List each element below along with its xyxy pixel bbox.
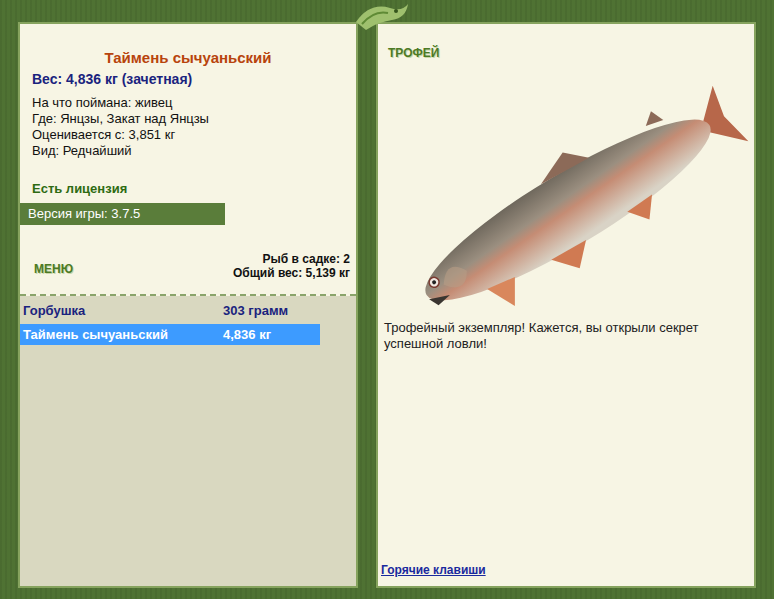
- fish-icon: [378, 60, 754, 308]
- catch-name: Таймень сычуаньский: [23, 327, 223, 342]
- hotkeys-link[interactable]: Горячие клавиши: [381, 563, 754, 577]
- keepnet-total: Общий вес: 5,139 кг: [233, 266, 350, 280]
- fish-detail: Где: Янцзы, Закат над Янцзы: [32, 111, 356, 127]
- menu-button[interactable]: МЕНЮ: [34, 262, 73, 276]
- logo-icon: [352, 0, 412, 34]
- game-window: Таймень сычуаньскийВес: 4,836 кг (зачетн…: [0, 0, 774, 599]
- version-bar: Версия игры: 3.7.5: [20, 203, 225, 225]
- catch-list: Горбушка303 граммТаймень сычуаньский4,83…: [20, 296, 356, 586]
- catch-row[interactable]: Таймень сычуаньский4,836 кг: [20, 324, 320, 345]
- catch-name: Горбушка: [23, 303, 223, 318]
- info-panel: Таймень сычуаньскийВес: 4,836 кг (зачетн…: [18, 22, 358, 588]
- keepnet-count: Рыб в садке: 2: [233, 252, 350, 266]
- fish-details: На что поймана: живецГде: Янцзы, Закат н…: [32, 95, 356, 159]
- catch-weight: 4,836 кг: [223, 327, 320, 342]
- menu-row: МЕНЮ Рыб в садке: 2Общий вес: 5,139 кг: [34, 252, 350, 280]
- fish-detail: На что поймана: живец: [32, 95, 356, 111]
- fish-title: Таймень сычуаньский: [20, 48, 356, 68]
- keepnet-stats: Рыб в садке: 2Общий вес: 5,139 кг: [233, 252, 350, 280]
- fish-picture: [378, 60, 754, 308]
- fish-detail: Оценивается с: 3,851 кг: [32, 127, 356, 143]
- spacer: [378, 352, 754, 563]
- fish-weight: Вес: 4,836 кг (зачетная): [32, 69, 356, 89]
- license-status: Есть лицензия: [32, 180, 356, 198]
- trophy-message: Трофейный экземпляр! Кажется, вы открыли…: [384, 320, 739, 352]
- catch-row[interactable]: Горбушка303 грамм: [20, 300, 320, 321]
- trophy-panel: ТРОФЕЙ Трофейный экземпляр! Кажется, вы о…: [376, 22, 756, 588]
- fish-detail: Вид: Редчайший: [32, 143, 356, 159]
- catch-weight: 303 грамм: [223, 303, 320, 318]
- trophy-label: ТРОФЕЙ: [388, 46, 754, 60]
